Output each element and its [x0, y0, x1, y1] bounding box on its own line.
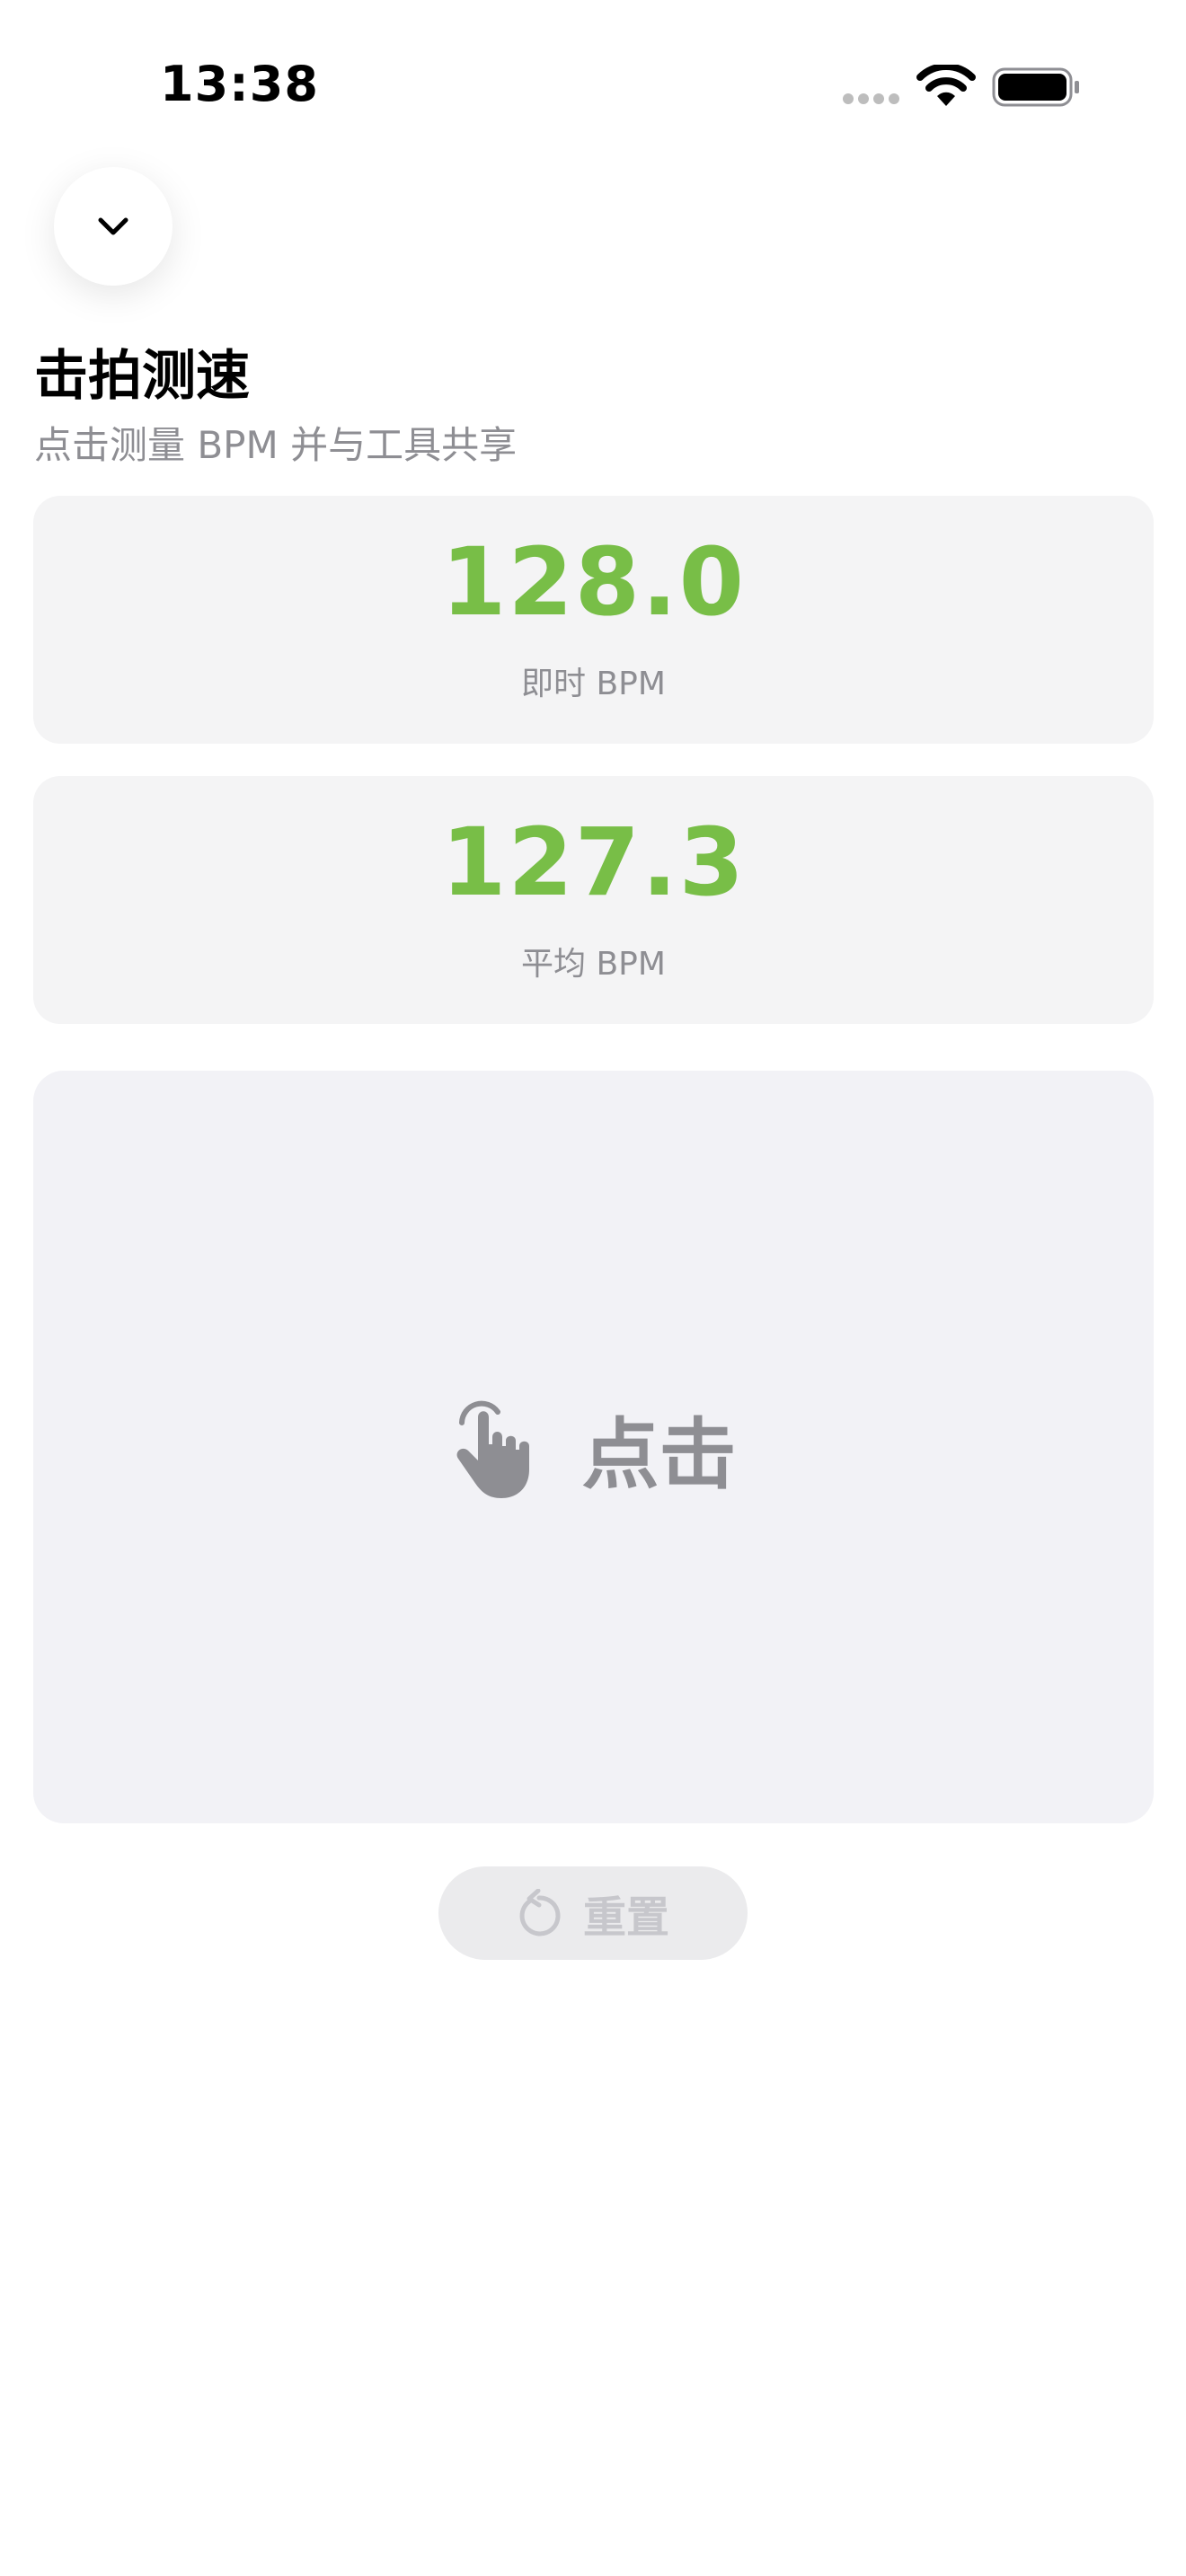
- chevron-down-icon: [98, 217, 128, 235]
- average-bpm-value: 127.3: [441, 807, 746, 917]
- page-title: 击拍测速: [34, 345, 250, 408]
- tap-label: 点击: [581, 1409, 737, 1500]
- battery-icon: [992, 67, 1079, 107]
- reset-arrow-icon: [519, 1889, 561, 1936]
- tap-pad[interactable]: 点击: [33, 1071, 1154, 1823]
- hand-tap-icon: [456, 1400, 529, 1498]
- status-time: 13:38: [160, 56, 319, 112]
- average-bpm-label: 平均 BPM: [521, 946, 666, 983]
- instant-bpm-value: 128.0: [441, 527, 746, 637]
- reset-label: 重置: [582, 1892, 669, 1943]
- page-subtitle: 点击测量 BPM 并与工具共享: [34, 423, 518, 467]
- tap-tempo-screen: 13:38 击拍测速 点击测量 BPM 并与工具共享 128.0 即时 BPM …: [0, 0, 1186, 2576]
- reset-button[interactable]: 重置: [438, 1866, 748, 1960]
- cellular-signal-icon: [843, 93, 899, 104]
- instant-bpm-card: 128.0 即时 BPM: [33, 496, 1154, 744]
- status-bar: 13:38: [0, 0, 1186, 162]
- instant-bpm-label: 即时 BPM: [521, 666, 666, 702]
- wifi-icon: [916, 65, 976, 106]
- average-bpm-card: 127.3 平均 BPM: [33, 776, 1154, 1024]
- collapse-button[interactable]: [54, 167, 173, 286]
